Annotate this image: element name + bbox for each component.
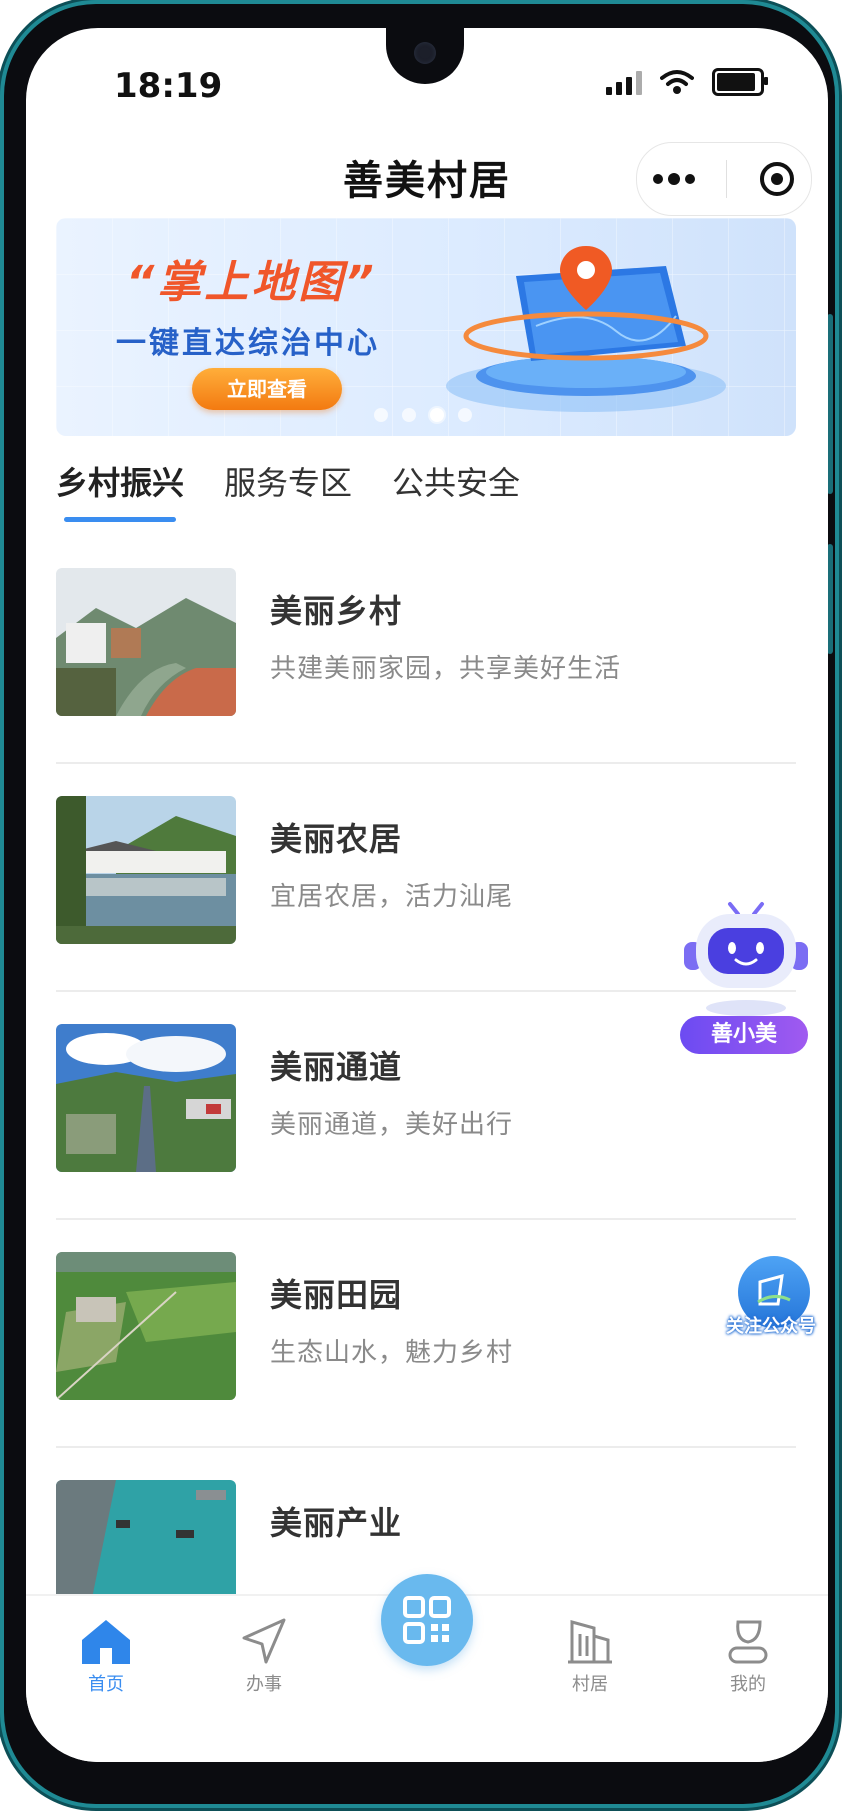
tab-label: 首页: [88, 1674, 124, 1695]
tab-public-safety[interactable]: 公共安全: [392, 458, 520, 522]
tab-services[interactable]: 办事: [204, 1616, 324, 1696]
map-banner[interactable]: “掌上地图” 一键直达综治中心 立即查看: [56, 218, 796, 436]
item-description: 宜居农居，活力汕尾: [270, 882, 514, 912]
front-camera: [386, 28, 464, 84]
banner-view-button[interactable]: 立即查看: [192, 368, 342, 410]
send-icon: [242, 1618, 286, 1664]
close-target-icon[interactable]: [758, 160, 796, 198]
map-illustration-icon: [446, 246, 726, 412]
follow-label: 关注公众号: [726, 1316, 816, 1337]
tab-label: 村居: [572, 1674, 608, 1695]
qr-scan-icon: [403, 1596, 451, 1644]
battery-icon: [712, 68, 768, 96]
item-title: 美丽田园: [270, 1276, 403, 1314]
item-description: 共建美丽家园，共享美好生活: [270, 654, 622, 684]
robot-icon: [684, 902, 808, 1016]
status-icons: [606, 68, 768, 96]
item-description: 生态山水，魅力乡村: [270, 1338, 514, 1368]
tab-home[interactable]: 首页: [46, 1616, 166, 1696]
tab-service-zone[interactable]: 服务专区: [224, 458, 352, 522]
robot-label: 善小美: [680, 1016, 808, 1054]
pager-dot-active: [430, 408, 444, 422]
user-icon: [728, 1620, 768, 1664]
village-thumbnail: [56, 568, 236, 716]
home-icon: [82, 1620, 130, 1664]
mini-program-capsule: [636, 142, 812, 216]
phone-frame: 18:19 善美村居 “掌上地图” 一键直达综治中心 立即查看 乡村振兴 服务专…: [4, 4, 835, 1804]
farmhouse-thumbnail: [56, 796, 236, 944]
capsule-divider: [726, 160, 728, 198]
bottom-tab-bar: 首页 办事 村居 我的: [26, 1574, 828, 1762]
category-tabs: 乡村振兴 服务专区 公共安全: [56, 458, 520, 522]
signal-icon: [606, 69, 642, 95]
assistant-robot[interactable]: 善小美: [676, 898, 816, 1074]
tab-label: 我的: [730, 1674, 766, 1695]
tab-mine[interactable]: 我的: [688, 1616, 808, 1696]
qr-scan-button[interactable]: [381, 1574, 473, 1666]
banner-title: “掌上地图”: [126, 257, 377, 308]
banner-subtitle: 一键直达综治中心: [116, 326, 380, 361]
status-time: 18:19: [114, 66, 223, 106]
item-title: 美丽产业: [270, 1504, 403, 1542]
screen: 18:19 善美村居 “掌上地图” 一键直达综治中心 立即查看 乡村振兴 服务专…: [26, 28, 828, 1762]
item-title: 美丽乡村: [270, 592, 403, 630]
tab-village[interactable]: 村居: [530, 1616, 650, 1696]
tab-rural-revitalization[interactable]: 乡村振兴: [56, 458, 184, 522]
pager-dot: [374, 408, 388, 422]
item-title: 美丽通道: [270, 1048, 403, 1086]
wifi-icon: [660, 70, 694, 94]
follow-official-account[interactable]: 关注公众号: [716, 1256, 816, 1356]
list-item[interactable]: 美丽田园 生态山水，魅力乡村: [56, 1220, 796, 1448]
list-item[interactable]: 美丽乡村 共建美丽家园，共享美好生活: [56, 536, 796, 764]
tab-label: 办事: [246, 1674, 282, 1695]
field-thumbnail: [56, 1252, 236, 1400]
building-icon: [568, 1620, 612, 1664]
content-list: 美丽乡村 共建美丽家园，共享美好生活 美丽农居 宜居农居，活力汕尾 美丽通道 美…: [56, 536, 796, 1674]
more-icon[interactable]: [652, 172, 696, 186]
item-title: 美丽农居: [270, 820, 403, 858]
banner-pager: [374, 408, 472, 422]
pager-dot: [402, 408, 416, 422]
road-thumbnail: [56, 1024, 236, 1172]
item-description: 美丽通道，美好出行: [270, 1110, 514, 1140]
pager-dot: [458, 408, 472, 422]
